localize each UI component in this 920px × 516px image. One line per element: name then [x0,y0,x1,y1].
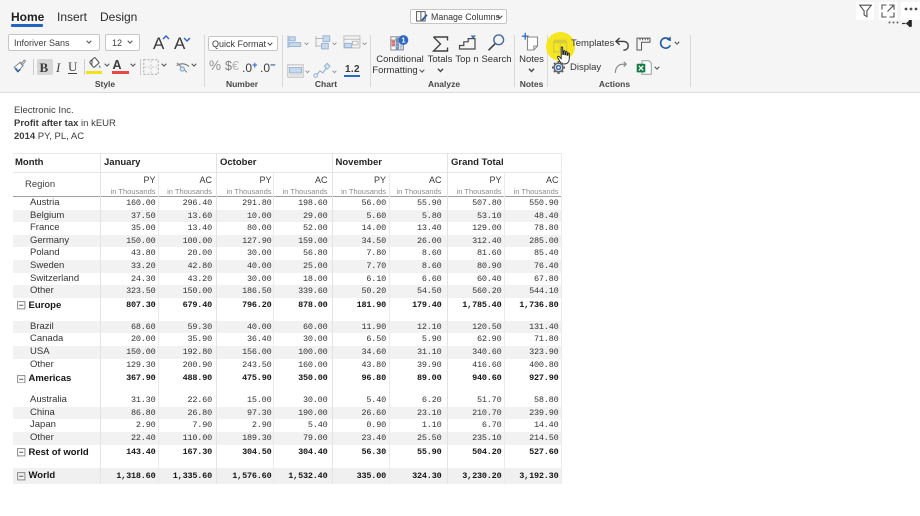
svg-text:1: 1 [401,36,405,45]
